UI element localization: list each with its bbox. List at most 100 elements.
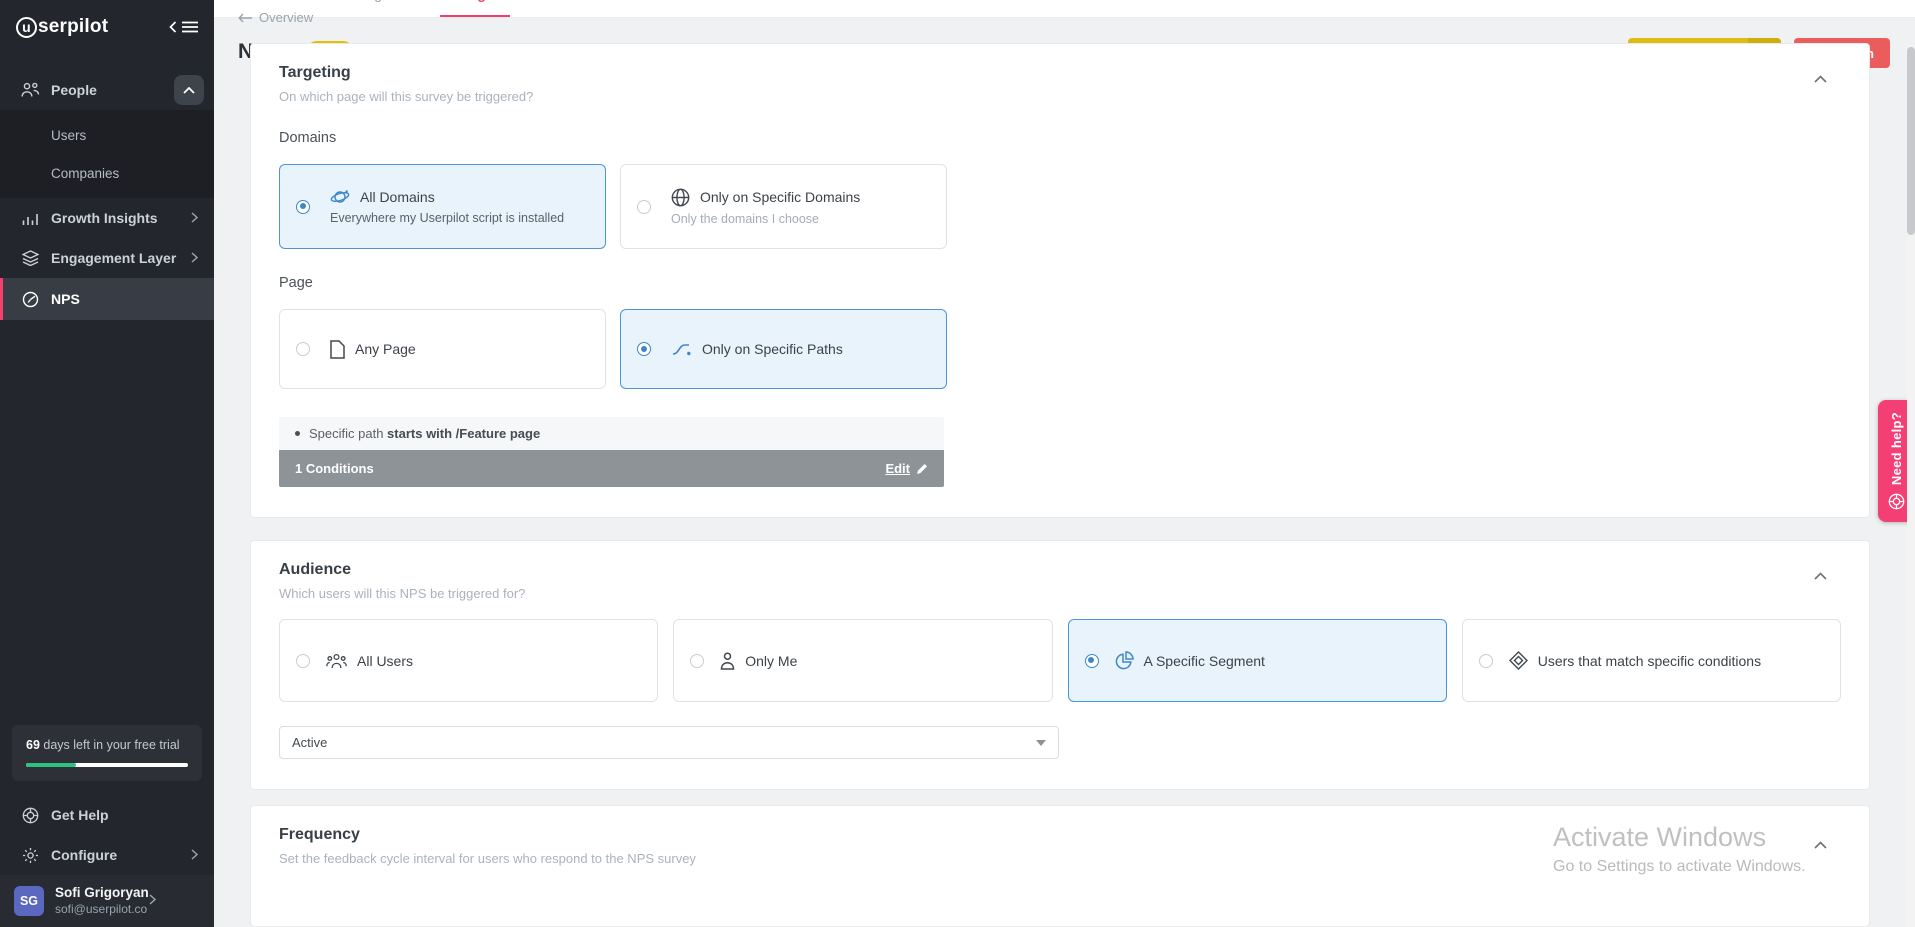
pie-chart-icon bbox=[1115, 651, 1134, 670]
option-match-conditions[interactable]: Users that match specific conditions bbox=[1462, 619, 1841, 702]
main-area: Overview NPS Live Content Widget Configu… bbox=[214, 0, 1915, 927]
option-all-domains[interactable]: All Domains Everywhere my Userpilot scri… bbox=[279, 164, 606, 249]
gauge-icon bbox=[20, 291, 40, 308]
trial-progress-track bbox=[26, 763, 188, 767]
frequency-collapse-button[interactable] bbox=[1814, 836, 1827, 854]
sidebar-item-growth-insights[interactable]: Growth Insights bbox=[0, 198, 214, 238]
lifebuoy-icon bbox=[1888, 493, 1905, 510]
layers-icon bbox=[20, 250, 40, 266]
sidebar-item-configure[interactable]: Configure bbox=[0, 835, 214, 875]
option-title: Only Me bbox=[745, 653, 797, 669]
sidebar-item-companies[interactable]: Companies bbox=[0, 154, 214, 192]
sidebar-item-label: People bbox=[51, 82, 97, 98]
sidebar-item-nps[interactable]: NPS bbox=[0, 278, 214, 320]
section-subtitle: Which users will this NPS be triggered f… bbox=[279, 586, 1841, 601]
section-title: Frequency bbox=[279, 826, 1841, 844]
trial-card: 69 days left in your free trial bbox=[12, 725, 202, 781]
userpilot-logo: userpilot bbox=[16, 16, 108, 38]
option-only-me[interactable]: Only Me bbox=[673, 619, 1052, 702]
radio-unselected[interactable] bbox=[690, 654, 704, 668]
profile-meta: Sofi Grigoryan sofi@userpilot.co bbox=[55, 885, 149, 917]
tab-content[interactable]: Content bbox=[251, 0, 304, 17]
globe-icon bbox=[671, 188, 690, 207]
option-title: All Domains bbox=[360, 189, 435, 205]
option-title: Any Page bbox=[355, 341, 416, 357]
option-title: Only on Specific Domains bbox=[700, 189, 860, 205]
tab-bar: Content Widget Configure Localization bbox=[251, 0, 632, 17]
trial-text: 69 days left in your free trial bbox=[26, 738, 188, 752]
tab-widget[interactable]: Widget bbox=[348, 0, 396, 17]
people-collapse-button[interactable] bbox=[174, 75, 204, 105]
radio-selected[interactable] bbox=[296, 200, 310, 214]
page-icon bbox=[330, 340, 345, 359]
option-subtitle: Everywhere my Userpilot script is instal… bbox=[330, 211, 564, 225]
trial-days: 69 bbox=[26, 738, 40, 752]
chevron-right-icon bbox=[191, 847, 198, 863]
logo-row: userpilot bbox=[0, 0, 214, 52]
option-body: A Specific Segment bbox=[1115, 651, 1265, 670]
top-bar: Overview NPS Live Content Widget Configu… bbox=[214, 0, 1915, 18]
sidebar-collapse-button[interactable] bbox=[169, 21, 198, 33]
section-subtitle: On which page will this survey be trigge… bbox=[279, 89, 1841, 104]
edit-conditions-button[interactable]: Edit bbox=[885, 461, 928, 476]
tab-configure[interactable]: Configure bbox=[440, 0, 510, 17]
need-help-label: Need help? bbox=[1889, 412, 1904, 485]
targeting-collapse-button[interactable] bbox=[1814, 70, 1827, 88]
chevron-up-icon bbox=[1814, 75, 1827, 83]
sidebar-item-label: Configure bbox=[51, 847, 117, 863]
option-body: Only Me bbox=[720, 652, 797, 670]
app-window: userpilot People U bbox=[0, 0, 1915, 927]
chevron-left-icon bbox=[169, 21, 177, 33]
sidebar-item-users[interactable]: Users bbox=[0, 116, 214, 154]
option-subtitle: Only the domains I choose bbox=[671, 212, 860, 226]
orbit-icon bbox=[330, 188, 350, 206]
tab-localization[interactable]: Localization bbox=[554, 0, 632, 17]
audience-collapse-button[interactable] bbox=[1814, 567, 1827, 585]
radio-selected[interactable] bbox=[637, 342, 651, 356]
people-icon bbox=[20, 82, 40, 98]
section-title: Audience bbox=[279, 561, 1841, 579]
option-title: Only on Specific Paths bbox=[702, 341, 843, 357]
back-arrow-icon bbox=[238, 13, 252, 23]
option-body: Only on Specific Domains Only the domain… bbox=[671, 188, 860, 226]
people-submenu: Users Companies bbox=[0, 110, 214, 198]
condition-item: Specific path starts with /Feature page bbox=[279, 417, 944, 450]
option-title: Users that match specific conditions bbox=[1538, 653, 1761, 669]
radio-selected[interactable] bbox=[1085, 654, 1099, 668]
bar-chart-icon bbox=[20, 211, 40, 226]
scrollbar[interactable] bbox=[1907, 45, 1915, 927]
radio-unselected[interactable] bbox=[637, 200, 651, 214]
option-body: Only on Specific Paths bbox=[671, 341, 843, 357]
radio-unselected[interactable] bbox=[296, 342, 310, 356]
segment-select-value: Active bbox=[292, 735, 327, 750]
conditions-bar: 1 Conditions Edit bbox=[279, 450, 944, 487]
bullet-icon bbox=[295, 431, 300, 436]
option-specific-domains[interactable]: Only on Specific Domains Only the domain… bbox=[620, 164, 947, 249]
logo-text: serpilot bbox=[38, 16, 108, 38]
user-icon bbox=[720, 652, 735, 670]
nested-diamond-icon bbox=[1509, 651, 1528, 670]
chevron-up-icon bbox=[1814, 572, 1827, 580]
audience-section: Audience Which users will this NPS be tr… bbox=[250, 540, 1870, 790]
sidebar-nav: People Users Companies Growth Insights bbox=[0, 70, 214, 320]
option-all-users[interactable]: All Users bbox=[279, 619, 658, 702]
option-body: All Users bbox=[326, 653, 413, 669]
option-body: All Domains Everywhere my Userpilot scri… bbox=[330, 188, 564, 225]
menu-icon bbox=[182, 21, 198, 33]
sidebar-item-get-help[interactable]: Get Help bbox=[0, 795, 214, 835]
user-profile[interactable]: SG Sofi Grigoryan sofi@userpilot.co bbox=[0, 875, 214, 927]
scrollbar-thumb[interactable] bbox=[1907, 47, 1915, 235]
option-any-page[interactable]: Any Page bbox=[279, 309, 606, 389]
profile-name: Sofi Grigoryan bbox=[55, 885, 149, 902]
segment-select[interactable]: Active bbox=[279, 726, 1059, 759]
sidebar-item-people[interactable]: People bbox=[0, 70, 214, 110]
content-area: Targeting On which page will this survey… bbox=[214, 18, 1915, 927]
option-specific-segment[interactable]: A Specific Segment bbox=[1068, 619, 1447, 702]
radio-unselected[interactable] bbox=[296, 654, 310, 668]
profile-email: sofi@userpilot.co bbox=[55, 902, 149, 917]
section-subtitle: Set the feedback cycle interval for user… bbox=[279, 851, 1841, 866]
option-specific-paths[interactable]: Only on Specific Paths bbox=[620, 309, 947, 389]
conditions-count: 1 Conditions bbox=[295, 461, 374, 476]
sidebar-item-engagement-layer[interactable]: Engagement Layer bbox=[0, 238, 214, 278]
radio-unselected[interactable] bbox=[1479, 654, 1493, 668]
